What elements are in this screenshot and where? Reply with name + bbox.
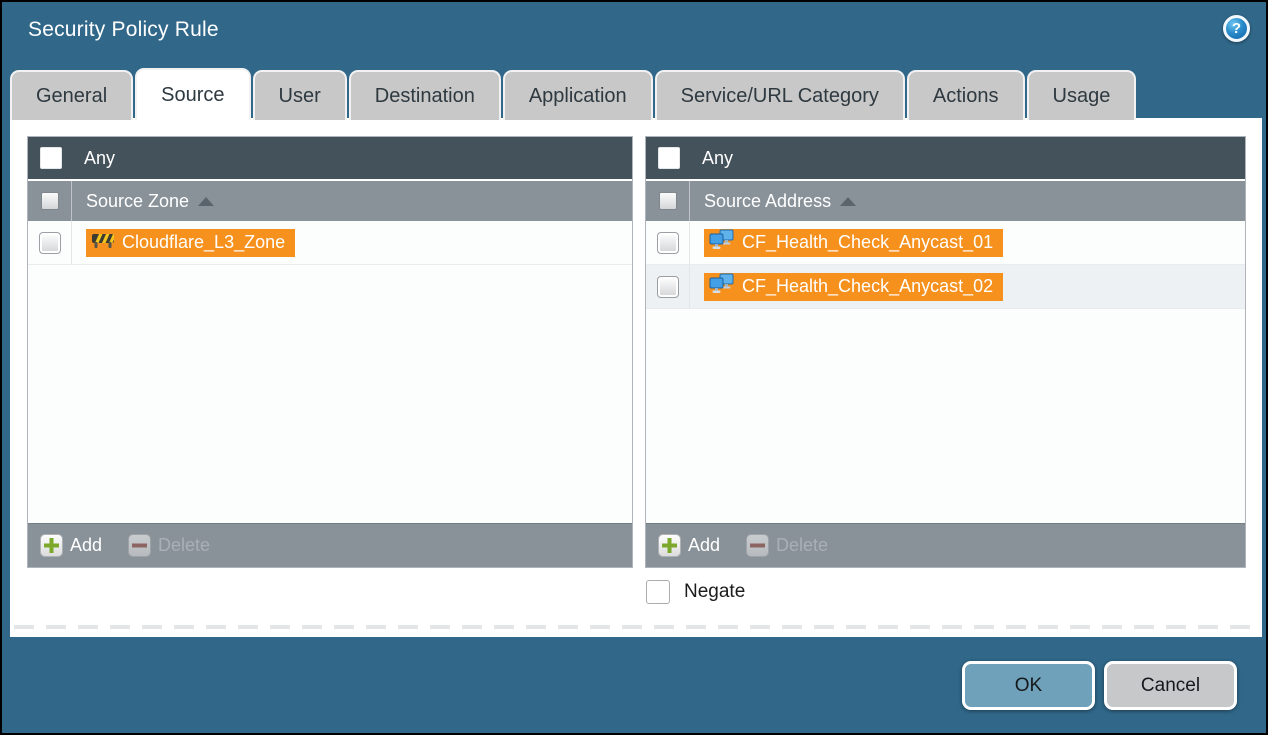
source-address-toolbar: Add Delete	[646, 523, 1245, 567]
ok-button[interactable]: OK	[962, 661, 1095, 710]
row-checkbox[interactable]	[39, 232, 61, 254]
source-address-any-checkbox[interactable]	[658, 147, 680, 169]
source-address-any-bar: Any	[646, 137, 1245, 181]
tab-user[interactable]: User	[253, 70, 347, 120]
tab-general[interactable]: General	[10, 70, 133, 120]
source-address-select-all-cell	[646, 181, 690, 221]
row-checkbox-cell	[646, 265, 690, 308]
tab-application[interactable]: Application	[503, 70, 653, 120]
source-zone-list: Cloudflare_L3_Zone	[28, 221, 632, 523]
address-icon	[709, 273, 735, 300]
add-button[interactable]: Add	[658, 534, 720, 557]
source-zone-any-label: Any	[84, 148, 115, 169]
negate-row: Negate	[646, 580, 745, 604]
row-checkbox[interactable]	[657, 232, 679, 254]
source-zone-select-all-checkbox[interactable]	[41, 192, 59, 210]
source-address-list: CF_Health_Check_Anycast_01	[646, 221, 1245, 523]
table-row[interactable]: Cloudflare_L3_Zone	[28, 221, 632, 265]
delete-minus-icon	[746, 534, 769, 557]
source-address-column-header[interactable]: Source Address	[646, 181, 1245, 221]
source-zone-select-all-cell	[28, 181, 72, 221]
zone-object-tag[interactable]: Cloudflare_L3_Zone	[86, 229, 295, 257]
source-address-column-title: Source Address	[704, 191, 831, 212]
address-object-tag[interactable]: CF_Health_Check_Anycast_01	[704, 229, 1003, 257]
tab-destination[interactable]: Destination	[349, 70, 501, 120]
table-row[interactable]: CF_Health_Check_Anycast_02	[646, 265, 1245, 309]
negate-label: Negate	[684, 581, 745, 603]
row-checkbox[interactable]	[657, 276, 679, 298]
dialog-title: Security Policy Rule	[28, 18, 219, 42]
tab-source[interactable]: Source	[135, 68, 250, 120]
tab-actions[interactable]: Actions	[907, 70, 1025, 120]
source-address-panel: Any Source Address	[645, 136, 1246, 568]
sort-ascending-icon	[840, 197, 856, 206]
table-row[interactable]: CF_Health_Check_Anycast_01	[646, 221, 1245, 265]
address-icon	[709, 229, 735, 256]
tab-usage[interactable]: Usage	[1027, 70, 1137, 120]
address-name-label: CF_Health_Check_Anycast_02	[742, 276, 993, 297]
add-plus-icon	[40, 534, 63, 557]
tab-content: Any Source Zone	[10, 118, 1262, 637]
add-button-label: Add	[70, 535, 102, 556]
add-plus-icon	[658, 534, 681, 557]
add-button-label: Add	[688, 535, 720, 556]
tab-service-url-category[interactable]: Service/URL Category	[655, 70, 905, 120]
zone-name-label: Cloudflare_L3_Zone	[122, 232, 285, 253]
delete-button-label: Delete	[158, 535, 210, 556]
source-zone-column-title: Source Zone	[86, 191, 189, 212]
tab-bar: General Source User Destination Applicat…	[10, 68, 1138, 120]
delete-button[interactable]: Delete	[128, 534, 210, 557]
delete-minus-icon	[128, 534, 151, 557]
row-checkbox-cell	[28, 221, 72, 264]
source-zone-any-checkbox[interactable]	[40, 147, 62, 169]
sort-ascending-icon	[198, 197, 214, 206]
delete-button[interactable]: Delete	[746, 534, 828, 557]
source-zone-column-header[interactable]: Source Zone	[28, 181, 632, 221]
dialog-footer: OK Cancel	[962, 661, 1237, 710]
help-icon[interactable]: ?	[1223, 15, 1250, 42]
add-button[interactable]: Add	[40, 534, 102, 557]
source-address-any-label: Any	[702, 148, 733, 169]
delete-button-label: Delete	[776, 535, 828, 556]
row-checkbox-cell	[646, 221, 690, 264]
security-policy-rule-dialog: Security Policy Rule ? General Source Us…	[0, 0, 1268, 735]
source-zone-any-bar: Any	[28, 137, 632, 181]
zone-icon	[91, 231, 115, 254]
source-zone-toolbar: Add Delete	[28, 523, 632, 567]
address-object-tag[interactable]: CF_Health_Check_Anycast_02	[704, 273, 1003, 301]
cancel-button[interactable]: Cancel	[1104, 661, 1237, 710]
source-address-select-all-checkbox[interactable]	[659, 192, 677, 210]
address-name-label: CF_Health_Check_Anycast_01	[742, 232, 993, 253]
negate-checkbox[interactable]	[646, 580, 670, 604]
source-zone-panel: Any Source Zone	[27, 136, 633, 568]
